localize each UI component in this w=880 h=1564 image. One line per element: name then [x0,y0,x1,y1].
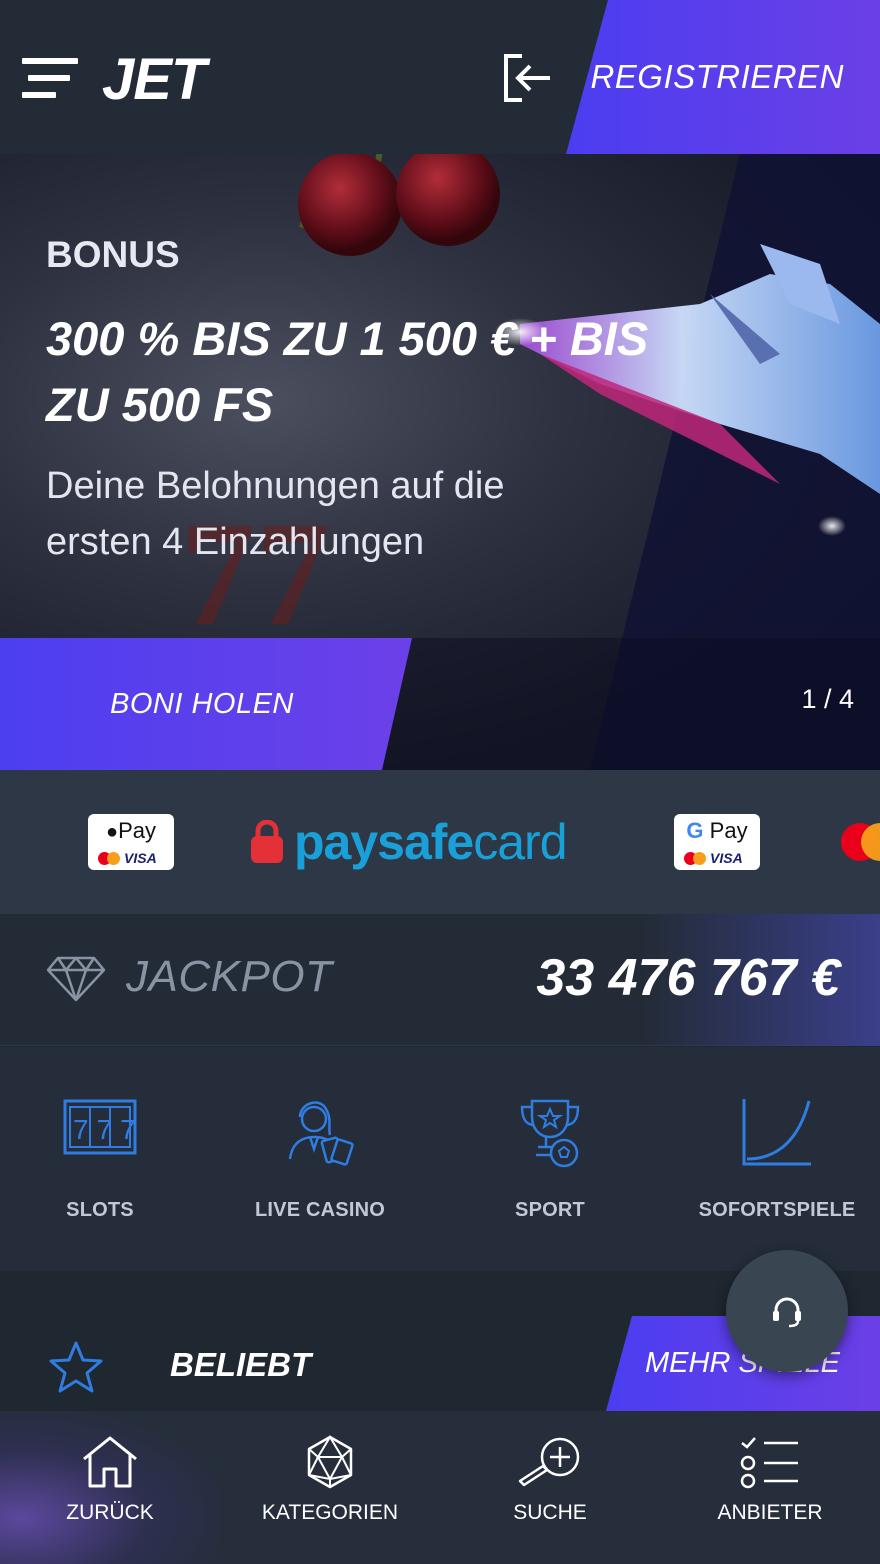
nav-item-search[interactable]: SUCHE [440,1411,660,1564]
nav-label: SUCHE [513,1501,587,1524]
search-icon [518,1437,580,1487]
nav-label: ANBIETER [717,1501,823,1524]
paysafecard-logo: paysafecard [250,810,568,874]
hero-banner[interactable]: 77 BONUS 300 % BIS ZU 1 500 € + BIS ZU 5… [0,154,880,770]
apple-pay-logo: ●Pay VISA [88,814,174,870]
nav-label: KATEGORIEN [261,1501,399,1524]
category-instant-games[interactable]: SOFORTSPIELE [680,1047,874,1271]
hero-label: BONUS [46,234,180,275]
slot-machine-icon: 777 [63,1099,137,1155]
nav-item-categories[interactable]: KATEGORIEN [220,1411,440,1564]
header: JET REGISTRIEREN [0,0,880,154]
home-icon [83,1436,137,1488]
popular-label: BELIEBT [170,1346,312,1383]
get-bonus-button[interactable]: BONI HOLEN [0,638,412,770]
trophy-ball-icon [520,1099,580,1168]
payment-methods-strip[interactable]: ●Pay VISA paysafecard G Pay VISA [0,770,880,914]
crash-curve-icon [742,1099,811,1166]
live-dealer-icon [288,1101,354,1166]
menu-icon[interactable] [22,56,78,100]
category-label: LIVE CASINO [255,1199,385,1221]
google-pay-logo: G Pay VISA [674,814,760,870]
register-button-label: REGISTRIEREN [590,58,844,95]
mastercard-logo [841,823,880,861]
diamond-icon [46,956,106,1002]
slide-counter: 1 / 4 [801,684,854,714]
category-label: SPORT [515,1199,585,1221]
lock-icon [251,820,283,863]
paysafe-bold: paysafe [294,814,474,870]
category-live-casino[interactable]: LIVE CASINO [220,1047,420,1271]
register-button[interactable]: REGISTRIEREN [566,0,880,154]
google-pay-label: Pay [709,818,748,843]
jackpot-value: 33 476 767 € [536,949,840,1007]
visa-label: VISA [710,850,743,866]
nav-item-back[interactable]: ZURÜCK [0,1411,220,1564]
jackpot-label: JACKPOT [126,952,333,1001]
support-chat-button[interactable] [726,1250,848,1372]
category-label: SOFORTSPIELE [698,1199,856,1221]
apple-icon: ● [105,821,119,843]
category-label: SLOTS [66,1199,134,1221]
nav-label: ZURÜCK [66,1501,154,1524]
paysafe-light: card [473,814,567,870]
category-sport[interactable]: SPORT [450,1047,650,1271]
hero-subtitle: Deine Belohnungen auf die ersten 4 Einza… [46,465,505,563]
google-g-icon: G [686,818,704,843]
nav-item-providers[interactable]: ANBIETER [660,1411,880,1564]
apple-pay-label: Pay [118,818,156,843]
hero-title: 300 % BIS ZU 1 500 € + BIS ZU 500 FS [46,312,649,431]
login-icon[interactable] [500,50,556,106]
headset-icon [773,1297,801,1328]
category-slots[interactable]: 777 SLOTS [0,1047,200,1271]
visa-label: VISA [124,850,157,866]
logo[interactable]: JET [102,46,206,113]
get-bonus-button-label: BONI HOLEN [110,687,294,720]
slot-machine-glyph: 777 [73,1114,137,1145]
dice-icon [307,1435,353,1489]
star-icon [49,1341,103,1393]
provider-list-icon [740,1437,798,1489]
